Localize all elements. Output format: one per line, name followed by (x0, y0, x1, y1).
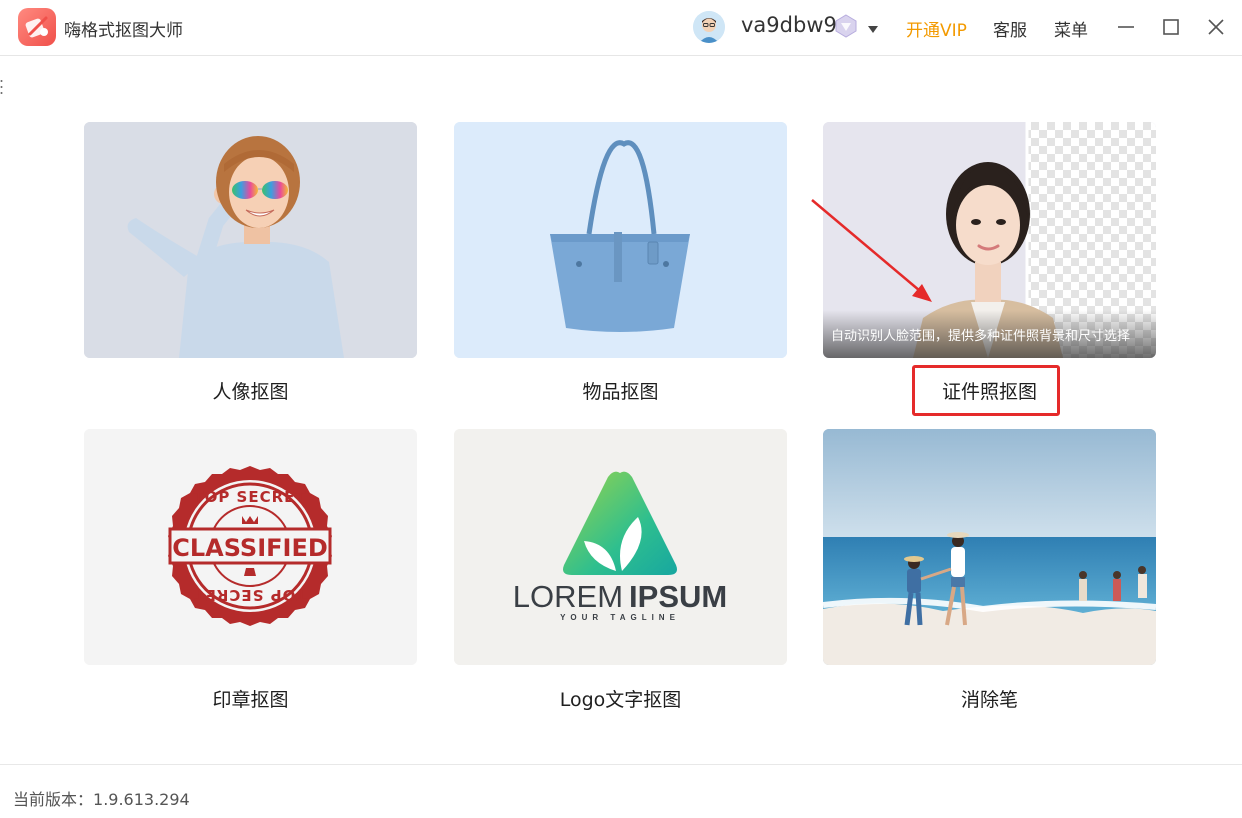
id-photo-caption: 自动识别人脸范围，提供多种证件照背景和尺寸选择 (831, 329, 1131, 344)
red-highlight-box (912, 365, 1060, 416)
open-vip-link[interactable]: 开通VIP (906, 16, 967, 41)
logo-word-1: LOREM (513, 579, 623, 614)
version-label: 当前版本： (13, 790, 94, 809)
user-avatar[interactable] (693, 11, 725, 43)
logo-word-2: IPSUM (629, 579, 727, 614)
menu-button[interactable]: 菜单 (1054, 16, 1088, 41)
stamp-cutout-card[interactable]: TOP SECRET CLASSIFIED TOP SECRET (84, 429, 417, 665)
red-arrow-annotation (808, 196, 938, 312)
logo-text-cutout-card[interactable]: LOREM IPSUM YOUR TAGLINE (454, 429, 787, 665)
vip-diamond-icon (834, 14, 858, 42)
blue-handbag-image (454, 122, 787, 358)
beach-scene-image (823, 429, 1156, 665)
app-title: 嗨格式抠图大师 (64, 21, 183, 41)
classified-stamp-image: TOP SECRET CLASSIFIED TOP SECRET (84, 429, 417, 665)
stamp-center-text: CLASSIFIED (172, 534, 328, 562)
title-bar: 嗨格式抠图大师 va9dbw9 开通VIP 客服 菜单 (0, 0, 1242, 56)
eraser-card[interactable] (823, 429, 1156, 665)
object-cutout-card[interactable] (454, 122, 787, 358)
customer-service-button[interactable]: 客服 (993, 16, 1027, 41)
footer: 当前版本：1.9.613.294 (0, 764, 1242, 818)
version-value: 1.9.613.294 (93, 790, 190, 809)
stamp-cutout-label[interactable]: 印章抠图 (84, 685, 417, 712)
girl-with-sunglasses-image (84, 122, 417, 358)
portrait-cutout-card[interactable] (84, 122, 417, 358)
lorem-ipsum-logo-image: LOREM IPSUM YOUR TAGLINE (454, 429, 787, 665)
minimize-icon[interactable] (1113, 14, 1139, 40)
side-drag-handle (0, 78, 3, 100)
object-cutout-label[interactable]: 物品抠图 (454, 377, 787, 404)
logo-text-cutout-label[interactable]: Logo文字抠图 (454, 685, 787, 712)
portrait-cutout-label[interactable]: 人像抠图 (84, 377, 417, 404)
eraser-label[interactable]: 消除笔 (823, 685, 1156, 712)
stamp-bottom-text: TOP SECRET (193, 586, 306, 604)
logo-text: LOREM IPSUM (513, 579, 727, 614)
stamp-top-text: TOP SECRET (193, 488, 306, 506)
username[interactable]: va9dbw9 (741, 13, 837, 37)
close-icon[interactable] (1203, 14, 1229, 40)
app-logo-icon (18, 8, 56, 46)
version-text: 当前版本：1.9.613.294 (13, 786, 190, 810)
logo-tagline: YOUR TAGLINE (560, 613, 680, 622)
maximize-icon[interactable] (1158, 14, 1184, 40)
chevron-down-icon[interactable] (867, 20, 879, 39)
